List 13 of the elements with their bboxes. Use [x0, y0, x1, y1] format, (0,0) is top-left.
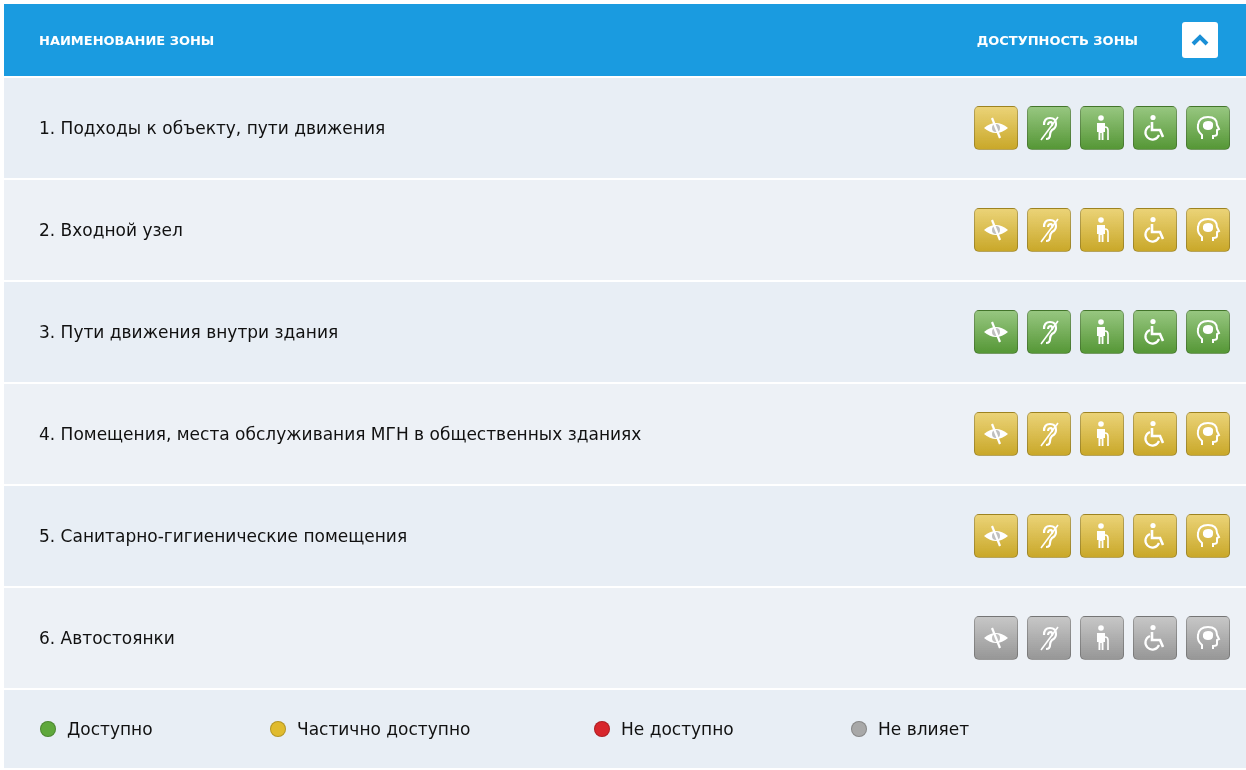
zone-name: 3. Пути движения внутри здания — [39, 322, 340, 342]
zone-name: 4. Помещения, места обслуживания МГН в общественных зданиях — [39, 424, 643, 444]
zone-name: 5. Санитарно-гигиенические помещения — [39, 526, 409, 546]
legend-label: Доступно — [67, 719, 153, 739]
legend-label: Не влияет — [878, 719, 970, 739]
legend-label: Частично доступно — [297, 719, 471, 739]
accessibility-heading: ДОСТУПНОСТЬ ЗОНЫ — [976, 32, 1138, 48]
zone-name: 6. Автостоянки — [39, 628, 176, 648]
zone-name-heading: НАИМЕНОВАНИЕ ЗОНЫ — [39, 32, 216, 48]
collapse-button[interactable] — [1182, 22, 1218, 58]
zone-name: 2. Входной узел — [39, 220, 184, 240]
zone-name: 1. Подходы к объекту, пути движения — [39, 118, 387, 138]
legend-label: Не доступно — [621, 719, 734, 739]
